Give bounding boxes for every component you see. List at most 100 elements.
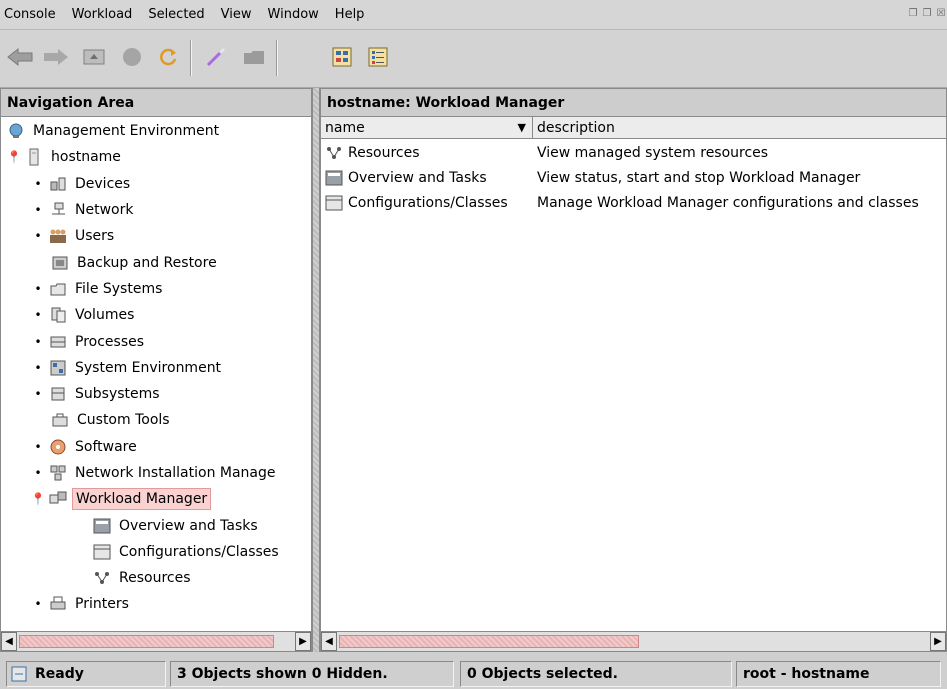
tree-item-backup-and-restore[interactable]: Backup and Restore bbox=[1, 249, 311, 275]
tree-item-workload-manager[interactable]: 📍 Workload Manager bbox=[1, 486, 311, 512]
users-icon bbox=[49, 227, 67, 245]
system-environment-icon bbox=[49, 359, 67, 377]
tree-item-label: Resources bbox=[119, 570, 191, 587]
tree-item-printers[interactable]: • Printers bbox=[1, 591, 311, 617]
tree-item-resources[interactable]: Resources bbox=[1, 565, 311, 591]
details-view-button[interactable] bbox=[362, 41, 394, 73]
tree-item-system-environment[interactable]: • System Environment bbox=[1, 355, 311, 381]
tree-item-label: File Systems bbox=[75, 280, 163, 297]
tree-item-custom-tools[interactable]: Custom Tools bbox=[1, 407, 311, 433]
collapsed-toggle-icon[interactable]: • bbox=[31, 361, 45, 375]
toolbar-separator bbox=[276, 40, 278, 76]
collapsed-toggle-icon[interactable]: • bbox=[31, 282, 45, 296]
table-row[interactable]: Overview and Tasks View status, start an… bbox=[321, 165, 946, 190]
status-objects-shown: 3 Objects shown 0 Hidden. bbox=[170, 661, 454, 687]
tree-item-label: System Environment bbox=[75, 359, 222, 376]
find-button[interactable] bbox=[200, 41, 232, 73]
properties-button[interactable] bbox=[238, 41, 270, 73]
tree-item-configurations-classes[interactable]: Configurations/Classes bbox=[1, 539, 311, 565]
collapsed-toggle-icon[interactable]: • bbox=[31, 597, 45, 611]
details-view-icon bbox=[368, 47, 388, 67]
network-icon bbox=[49, 201, 67, 219]
tree-item-label: Software bbox=[75, 438, 137, 455]
window-controls: ❐ ❐ ☒ bbox=[907, 8, 947, 20]
refresh-button[interactable] bbox=[152, 41, 184, 73]
back-button[interactable] bbox=[4, 41, 36, 73]
collapsed-toggle-icon[interactable]: • bbox=[31, 387, 45, 401]
tree-item-label: Volumes bbox=[75, 307, 135, 324]
overview-icon bbox=[93, 517, 111, 535]
menu-help[interactable]: Help bbox=[327, 0, 373, 30]
collapsed-toggle-icon[interactable]: • bbox=[31, 229, 45, 243]
collapsed-toggle-icon[interactable]: • bbox=[31, 440, 45, 454]
expanded-toggle-icon[interactable]: 📍 bbox=[31, 492, 46, 506]
magic-wand-icon bbox=[206, 47, 226, 67]
row-name: Overview and Tasks bbox=[348, 169, 487, 186]
tree-item-label: Devices bbox=[75, 175, 131, 192]
icon-view-button[interactable] bbox=[326, 41, 358, 73]
tree-item-processes[interactable]: • Processes bbox=[1, 328, 311, 354]
table-row[interactable]: Resources View managed system resources bbox=[321, 140, 946, 165]
maximize-icon[interactable]: ❐ bbox=[921, 8, 933, 20]
forward-button[interactable] bbox=[40, 41, 72, 73]
tree-item-subsystems[interactable]: • Subsystems bbox=[1, 381, 311, 407]
table-cell-name: Overview and Tasks bbox=[321, 169, 533, 187]
icon-view-icon bbox=[332, 47, 352, 67]
scroll-left-icon[interactable]: ◀ bbox=[1, 632, 17, 651]
scrollbar-thumb[interactable] bbox=[19, 635, 274, 648]
collapsed-toggle-icon[interactable]: • bbox=[31, 335, 45, 349]
panel-splitter[interactable] bbox=[312, 88, 320, 652]
column-header-description[interactable]: description bbox=[533, 117, 946, 139]
collapsed-toggle-icon[interactable]: • bbox=[31, 203, 45, 217]
close-icon[interactable]: ☒ bbox=[935, 8, 947, 20]
row-description: View managed system resources bbox=[537, 144, 769, 161]
network-installation-icon bbox=[49, 464, 67, 482]
main-horizontal-scrollbar[interactable]: ◀ ▶ bbox=[321, 631, 946, 651]
menu-window[interactable]: Window bbox=[260, 0, 327, 30]
menu-workload[interactable]: Workload bbox=[64, 0, 141, 30]
collapsed-toggle-icon[interactable]: • bbox=[31, 177, 45, 191]
menu-console[interactable]: Console bbox=[0, 0, 64, 30]
expanded-toggle-icon[interactable]: 📍 bbox=[7, 150, 22, 164]
scrollbar-thumb[interactable] bbox=[339, 635, 639, 648]
tree-item-label: Subsystems bbox=[75, 386, 160, 403]
scroll-left-icon[interactable]: ◀ bbox=[321, 632, 337, 651]
overview-icon bbox=[325, 169, 343, 187]
scroll-right-icon[interactable]: ▶ bbox=[295, 632, 311, 651]
tree-item-software[interactable]: • Software bbox=[1, 434, 311, 460]
row-name: Resources bbox=[348, 144, 420, 161]
stop-button[interactable] bbox=[116, 41, 148, 73]
collapsed-toggle-icon[interactable]: • bbox=[31, 466, 45, 480]
tree-item-overview-and-tasks[interactable]: Overview and Tasks bbox=[1, 512, 311, 538]
tree-item-management-environment[interactable]: Management Environment bbox=[1, 118, 311, 144]
tree-item-network[interactable]: • Network bbox=[1, 197, 311, 223]
collapsed-toggle-icon[interactable]: • bbox=[31, 308, 45, 322]
folder-icon bbox=[244, 51, 264, 64]
toolbar bbox=[0, 30, 947, 88]
column-header-name[interactable]: name ▼ bbox=[321, 117, 533, 139]
tree-item-volumes[interactable]: • Volumes bbox=[1, 302, 311, 328]
sort-descending-icon: ▼ bbox=[517, 121, 526, 134]
table-body: Resources View managed system resources … bbox=[321, 140, 946, 215]
tree-item-users[interactable]: • Users bbox=[1, 223, 311, 249]
forward-arrow-icon bbox=[44, 49, 68, 65]
tree-item-file-systems[interactable]: • File Systems bbox=[1, 276, 311, 302]
restore-icon[interactable]: ❐ bbox=[907, 8, 919, 20]
table-row[interactable]: Configurations/Classes Manage Workload M… bbox=[321, 190, 946, 215]
tree-item-network-installation-manager[interactable]: • Network Installation Manage bbox=[1, 460, 311, 486]
toolbar-separator bbox=[190, 40, 192, 76]
up-level-button[interactable] bbox=[78, 41, 110, 73]
tree-item-label: Workload Manager bbox=[72, 488, 212, 511]
configurations-icon bbox=[93, 543, 111, 561]
scroll-right-icon[interactable]: ▶ bbox=[930, 632, 946, 651]
menu-selected[interactable]: Selected bbox=[140, 0, 212, 30]
status-ready-text: Ready bbox=[35, 666, 84, 682]
menu-view[interactable]: View bbox=[213, 0, 260, 30]
navigation-horizontal-scrollbar[interactable]: ◀ ▶ bbox=[1, 631, 311, 651]
filesystems-icon bbox=[49, 280, 67, 298]
backup-icon bbox=[51, 254, 69, 272]
tree-item-devices[interactable]: • Devices bbox=[1, 171, 311, 197]
tree-item-hostname[interactable]: 📍 hostname bbox=[1, 144, 311, 170]
tree-item-label: Network bbox=[75, 202, 134, 219]
navigation-area-title: Navigation Area bbox=[1, 89, 311, 117]
